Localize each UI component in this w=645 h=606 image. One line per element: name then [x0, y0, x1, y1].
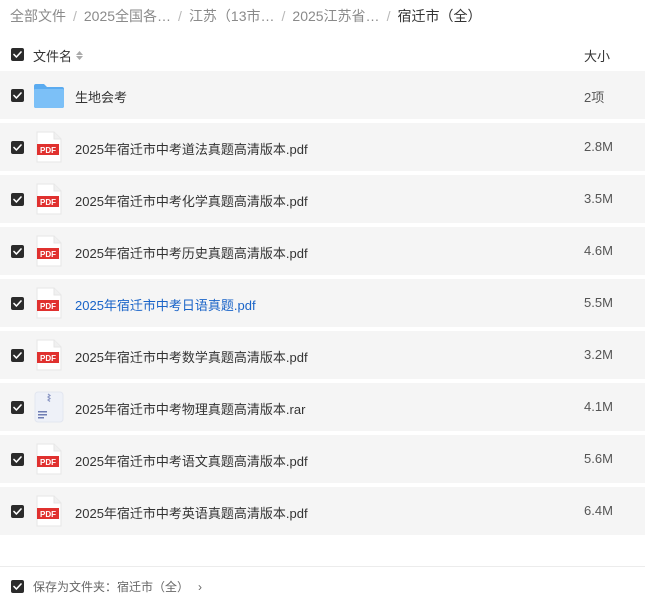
file-name[interactable]: 2025年宿迁市中考化学真题高清版本.pdf — [75, 191, 308, 210]
pdf-badge: PDF — [40, 302, 56, 311]
breadcrumb-separator: / — [73, 8, 77, 24]
check-icon — [13, 248, 22, 255]
breadcrumb-item-jiangsu-2025[interactable]: 2025江苏省… — [292, 6, 379, 26]
pdf-icon: PDF — [34, 443, 64, 475]
file-name[interactable]: 2025年宿迁市中考物理真题高清版本.rar — [75, 399, 305, 418]
pdf-badge: PDF — [40, 458, 56, 467]
archive-icon — [34, 391, 64, 423]
check-icon — [13, 51, 22, 58]
row-checkbox[interactable] — [11, 193, 24, 206]
column-header-size[interactable]: 大小 — [584, 46, 610, 65]
pdf-icon: PDF — [34, 183, 64, 215]
pdf-icon: PDF — [34, 131, 64, 163]
save-as-folder-bar[interactable]: 保存为文件夹：宿迁市（全） › — [11, 578, 202, 595]
pdf-icon: PDF — [34, 235, 64, 267]
file-size: 4.6M — [584, 243, 613, 258]
row-checkbox[interactable] — [11, 401, 24, 414]
pdf-badge: PDF — [40, 510, 56, 519]
row-checkbox[interactable] — [11, 297, 24, 310]
save-as-folder-label[interactable]: 保存为文件夹：宿迁市（全） — [33, 578, 189, 595]
file-size: 6.4M — [584, 503, 613, 518]
file-name[interactable]: 2025年宿迁市中考道法真题高清版本.pdf — [75, 139, 308, 158]
file-list-header: 文件名 大小 — [0, 44, 645, 66]
file-name[interactable]: 2025年宿迁市中考数学真题高清版本.pdf — [75, 347, 308, 366]
pdf-icon: PDF — [34, 339, 64, 371]
file-size: 5.6M — [584, 451, 613, 466]
breadcrumb-current: 宿迁市（全） — [397, 8, 482, 24]
file-name[interactable]: 2025年宿迁市中考语文真题高清版本.pdf — [75, 451, 308, 470]
file-row-pdf[interactable]: PDF 2025年宿迁市中考历史真题高清版本.pdf 4.6M — [0, 227, 645, 275]
pdf-badge: PDF — [40, 354, 56, 363]
check-icon — [13, 583, 22, 590]
file-size: 3.5M — [584, 191, 613, 206]
breadcrumb: 全部文件 / 2025全国各… / 江苏（13市… / 2025江苏省… / 宿… — [10, 6, 481, 26]
file-row-pdf[interactable]: PDF 2025年宿迁市中考道法真题高清版本.pdf 2.8M — [0, 123, 645, 171]
breadcrumb-separator: / — [178, 8, 182, 24]
file-name[interactable]: 2025年宿迁市中考英语真题高清版本.pdf — [75, 503, 308, 522]
file-name[interactable]: 生地会考 — [75, 87, 127, 106]
pdf-icon: PDF — [34, 495, 64, 527]
breadcrumb-separator: / — [386, 8, 391, 24]
check-icon — [13, 144, 22, 151]
file-list: 生地会考 2项 PDF 2025年宿迁市中考道法真题高清版本.pdf 2.8M — [0, 71, 645, 539]
file-row-pdf[interactable]: PDF 2025年宿迁市中考英语真题高清版本.pdf 6.4M — [0, 487, 645, 535]
file-row-pdf[interactable]: PDF 2025年宿迁市中考日语真题.pdf 5.5M — [0, 279, 645, 327]
check-icon — [13, 508, 22, 515]
row-checkbox[interactable] — [11, 505, 24, 518]
file-size: 4.1M — [584, 399, 613, 414]
breadcrumb-item-jiangsu[interactable]: 江苏（13市… — [189, 6, 275, 26]
chevron-right-icon[interactable]: › — [198, 580, 202, 594]
column-header-name[interactable]: 文件名 — [33, 46, 84, 65]
select-all-checkbox[interactable] — [11, 48, 24, 61]
row-checkbox[interactable] — [11, 89, 24, 102]
file-row-pdf[interactable]: PDF 2025年宿迁市中考数学真题高清版本.pdf 3.2M — [0, 331, 645, 379]
pdf-icon: PDF — [34, 287, 64, 319]
footer-divider — [0, 566, 645, 567]
file-size: 5.5M — [584, 295, 613, 310]
check-icon — [13, 92, 22, 99]
check-icon — [13, 352, 22, 359]
column-header-name-label: 文件名 — [33, 49, 73, 64]
file-name-link[interactable]: 2025年宿迁市中考日语真题.pdf — [75, 295, 256, 314]
row-checkbox[interactable] — [11, 453, 24, 466]
pdf-badge: PDF — [40, 250, 56, 259]
file-size: 3.2M — [584, 347, 613, 362]
row-checkbox[interactable] — [11, 349, 24, 362]
file-size: 2项 — [584, 90, 605, 105]
file-name[interactable]: 2025年宿迁市中考历史真题高清版本.pdf — [75, 243, 308, 262]
row-checkbox[interactable] — [11, 141, 24, 154]
file-row-archive[interactable]: 2025年宿迁市中考物理真题高清版本.rar 4.1M — [0, 383, 645, 431]
breadcrumb-separator: / — [281, 8, 286, 24]
breadcrumb-item-national[interactable]: 2025全国各… — [84, 6, 171, 26]
folder-icon — [34, 79, 64, 111]
check-icon — [13, 404, 22, 411]
file-row-pdf[interactable]: PDF 2025年宿迁市中考化学真题高清版本.pdf 3.5M — [0, 175, 645, 223]
file-row-folder[interactable]: 生地会考 2项 — [0, 71, 645, 119]
breadcrumb-item-all-files[interactable]: 全部文件 — [10, 6, 66, 26]
file-row-pdf[interactable]: PDF 2025年宿迁市中考语文真题高清版本.pdf 5.6M — [0, 435, 645, 483]
check-icon — [13, 196, 22, 203]
save-as-folder-checkbox[interactable] — [11, 580, 24, 593]
row-checkbox[interactable] — [11, 245, 24, 258]
check-icon — [13, 300, 22, 307]
check-icon — [13, 456, 22, 463]
file-size: 2.8M — [584, 139, 613, 154]
pdf-badge: PDF — [40, 146, 56, 155]
pdf-badge: PDF — [40, 198, 56, 207]
sort-icon[interactable] — [76, 51, 84, 60]
